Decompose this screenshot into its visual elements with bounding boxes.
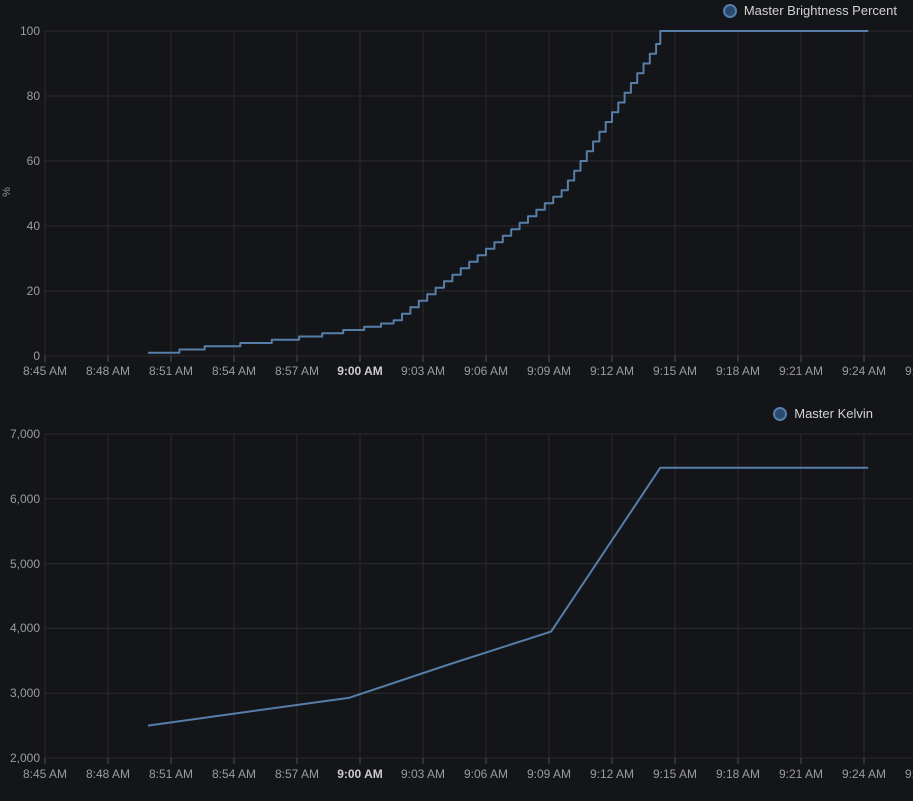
x-tick-label: 8:48 AM: [86, 363, 130, 379]
x-tick-label: 9:21 AM: [779, 766, 823, 782]
series-line-0: [148, 31, 868, 353]
x-tick-label: 9:12 AM: [590, 363, 634, 379]
x-tick-label: 9:03 AM: [401, 766, 445, 782]
y-tick-label: 3,000: [2, 685, 40, 701]
x-tick-label: 8:45 AM: [23, 766, 67, 782]
series-marker-icon: [773, 407, 787, 421]
x-tick-label: 9:15 AM: [653, 766, 697, 782]
legend-label: Master Kelvin: [794, 405, 873, 422]
x-tick-label: 9:15 AM: [653, 363, 697, 379]
x-tick-label: 9:27 AM: [905, 766, 913, 782]
x-tick-label: 9:21 AM: [779, 363, 823, 379]
series-line-1: [148, 468, 868, 726]
history-charts-panel: Master Brightness Percent Master Kelvin …: [0, 0, 913, 801]
x-tick-label: 9:12 AM: [590, 766, 634, 782]
x-tick-label: 9:00 AM: [337, 766, 383, 782]
x-tick-label: 9:24 AM: [842, 766, 886, 782]
x-tick-label: 9:09 AM: [527, 766, 571, 782]
y-tick-label: 4,000: [2, 620, 40, 636]
legend-label: Master Brightness Percent: [744, 2, 897, 19]
x-tick-label: 9:24 AM: [842, 363, 886, 379]
y-tick-label: 6,000: [2, 491, 40, 507]
y-tick-label: 60: [2, 153, 40, 169]
x-tick-label: 9:03 AM: [401, 363, 445, 379]
x-tick-label: 9:18 AM: [716, 363, 760, 379]
x-tick-label: 8:45 AM: [23, 363, 67, 379]
y-tick-label: 0: [2, 348, 40, 364]
y-tick-label: 2,000: [2, 750, 40, 766]
y-tick-label: 40: [2, 218, 40, 234]
x-tick-label: 9:06 AM: [464, 363, 508, 379]
y-axis-unit-label: %: [1, 185, 13, 199]
y-tick-label: 7,000: [2, 426, 40, 442]
x-tick-label: 9:09 AM: [527, 363, 571, 379]
x-tick-label: 8:51 AM: [149, 766, 193, 782]
x-tick-label: 8:54 AM: [212, 363, 256, 379]
y-tick-label: 80: [2, 88, 40, 104]
x-tick-label: 9:06 AM: [464, 766, 508, 782]
x-tick-label: 9:27 AM: [905, 363, 913, 379]
x-tick-label: 8:51 AM: [149, 363, 193, 379]
y-tick-label: 100: [2, 23, 40, 39]
x-tick-label: 9:18 AM: [716, 766, 760, 782]
y-tick-label: 20: [2, 283, 40, 299]
x-tick-label: 8:54 AM: [212, 766, 256, 782]
x-tick-label: 8:57 AM: [275, 363, 319, 379]
charts-canvas: [0, 0, 913, 801]
y-tick-label: 5,000: [2, 556, 40, 572]
legend-master-kelvin[interactable]: Master Kelvin: [773, 405, 873, 422]
x-tick-label: 9:00 AM: [337, 363, 383, 379]
x-tick-label: 8:57 AM: [275, 766, 319, 782]
x-tick-label: 8:48 AM: [86, 766, 130, 782]
series-marker-icon: [723, 4, 737, 18]
legend-master-brightness-percent[interactable]: Master Brightness Percent: [723, 2, 897, 19]
